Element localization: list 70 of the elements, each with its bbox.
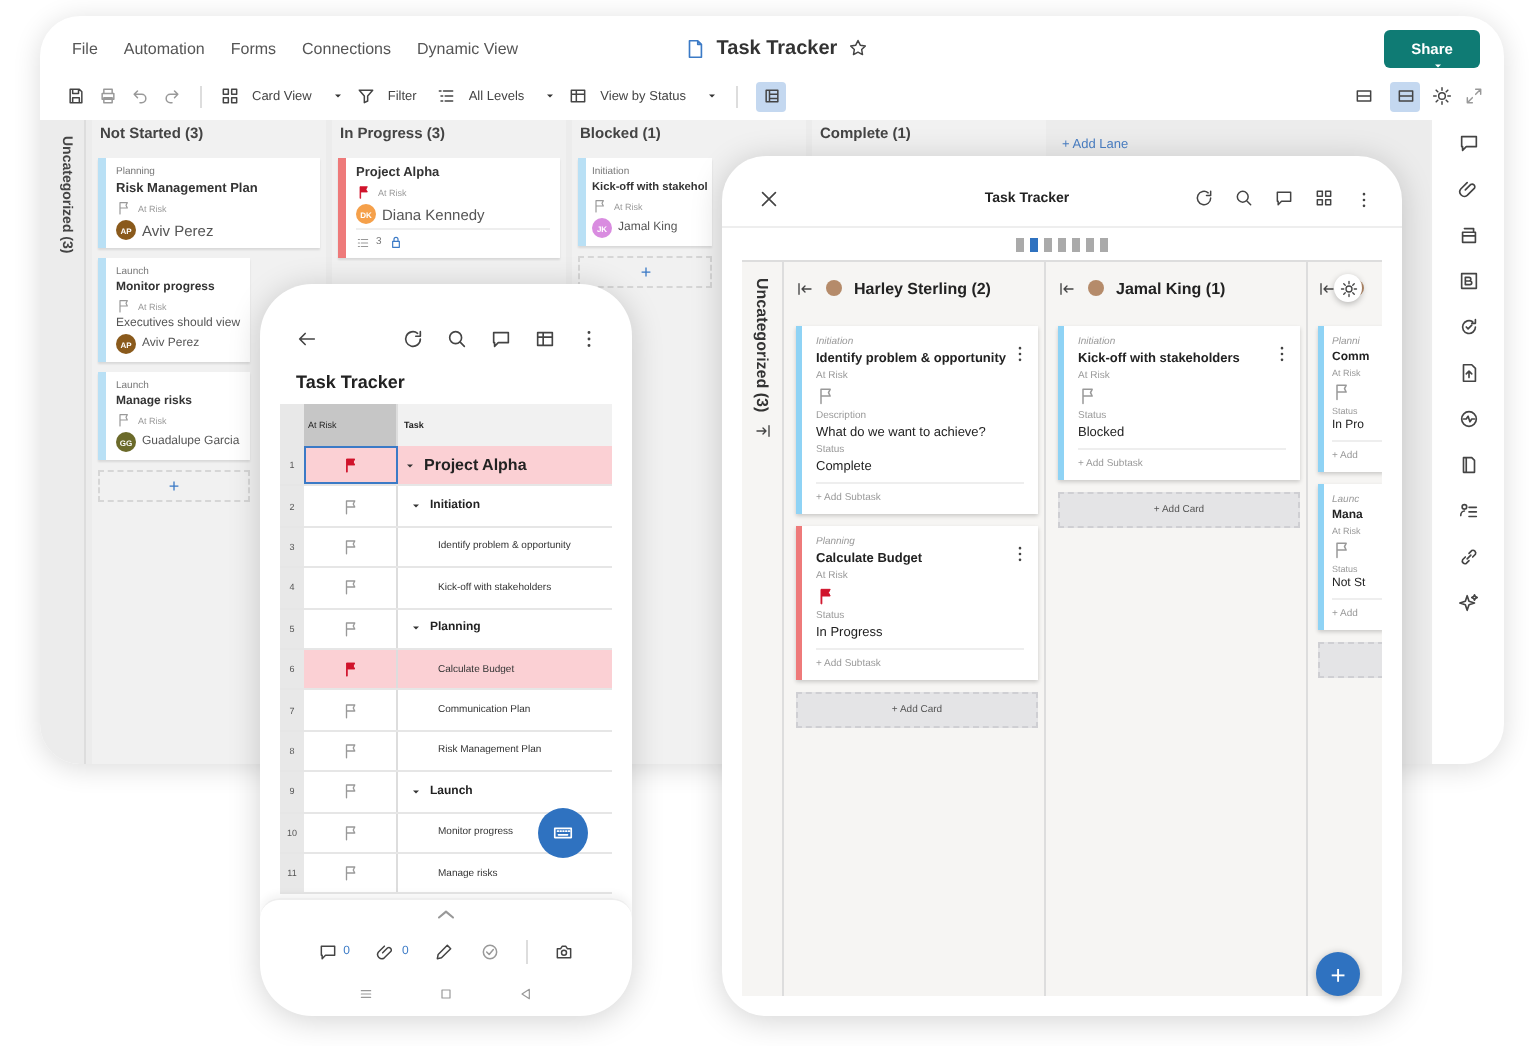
menu-item[interactable]: Forms [230, 39, 277, 57]
comment-icon[interactable] [1274, 188, 1294, 208]
collapse-lane-icon[interactable] [1318, 279, 1336, 297]
undo-icon[interactable] [130, 86, 150, 106]
pencil-icon[interactable] [434, 942, 455, 963]
comment-icon[interactable] [490, 327, 512, 349]
uncategorized-lane-label[interactable]: Uncategorized (3) [753, 278, 771, 413]
collapse-caret-icon[interactable] [410, 500, 422, 513]
people-list-icon[interactable] [1457, 500, 1479, 522]
link-icon[interactable] [1457, 546, 1479, 568]
save-icon[interactable] [66, 86, 86, 106]
collapse-caret-icon[interactable] [410, 785, 422, 798]
search-icon[interactable] [1234, 188, 1254, 208]
person-avatar-icon [826, 280, 842, 296]
menu-item[interactable]: Dynamic View [417, 39, 519, 57]
levels-icon[interactable] [436, 86, 457, 106]
star-icon[interactable] [847, 38, 868, 58]
caret-icon[interactable] [1432, 59, 1444, 71]
refresh-icon[interactable] [402, 327, 424, 349]
comment-icon[interactable] [317, 942, 338, 963]
collapse-lane-icon[interactable] [796, 279, 814, 297]
add-card-button[interactable]: + [98, 470, 250, 502]
filter-icon[interactable] [355, 86, 376, 106]
collapse-lane-icon[interactable] [1058, 279, 1076, 297]
table-icon[interactable] [568, 86, 589, 106]
search-icon[interactable] [446, 327, 468, 349]
sheet-title: Task Tracker [294, 370, 407, 396]
table-view-icon[interactable] [534, 327, 556, 349]
back-arrow-icon[interactable] [296, 327, 318, 349]
lock-icon [387, 234, 404, 250]
sparkle-icon[interactable] [1457, 592, 1479, 614]
file-upload-icon[interactable] [1457, 362, 1479, 384]
person-avatar-icon [1088, 280, 1104, 296]
collapse-caret-icon[interactable] [404, 459, 416, 472]
expand-icon[interactable] [1464, 86, 1484, 106]
print-icon[interactable] [98, 86, 118, 106]
settings-icon[interactable] [1432, 86, 1452, 106]
dropdown-caret-icon[interactable] [331, 90, 344, 102]
collapse-caret-icon[interactable] [410, 622, 422, 635]
pages-icon[interactable] [1457, 454, 1479, 476]
menu-item[interactable]: Automation [123, 39, 205, 57]
tray-icon[interactable] [1457, 224, 1479, 246]
expand-lane-icon[interactable] [753, 422, 771, 441]
card-view-icon[interactable] [220, 86, 240, 106]
close-icon[interactable] [758, 187, 780, 209]
camera-icon[interactable] [554, 942, 575, 963]
activity-icon[interactable] [1457, 408, 1479, 430]
menu-icon[interactable] [358, 986, 374, 1003]
paperclip-icon[interactable] [1457, 178, 1479, 200]
keyboard-icon[interactable] [552, 822, 574, 844]
comment-icon[interactable] [1457, 132, 1479, 154]
redo-icon[interactable] [162, 86, 182, 106]
dropdown-caret-icon[interactable] [706, 90, 719, 102]
menu-item[interactable]: Connections [302, 39, 392, 57]
cycle-check-icon[interactable] [1457, 316, 1479, 338]
back-triangle-icon[interactable] [518, 986, 534, 1003]
lane-header: Harley Sterling (2) [854, 279, 991, 297]
paperclip-icon[interactable] [376, 942, 396, 963]
refresh-icon[interactable] [1194, 188, 1214, 208]
menu-item[interactable]: File [72, 39, 98, 57]
document-b-icon[interactable] [1457, 270, 1479, 292]
sheet-title: Task Tracker [716, 37, 838, 59]
dropdown-caret-icon[interactable] [544, 90, 557, 102]
card-view-icon[interactable] [1314, 188, 1334, 208]
task-name: Project Alpha [424, 456, 527, 475]
lane-header: Jamal King (1) [1116, 279, 1226, 297]
keyboard-button[interactable] [538, 808, 588, 858]
header-corner-cell [280, 404, 304, 446]
document-icon [684, 37, 707, 59]
subtask-list-icon [356, 235, 370, 249]
